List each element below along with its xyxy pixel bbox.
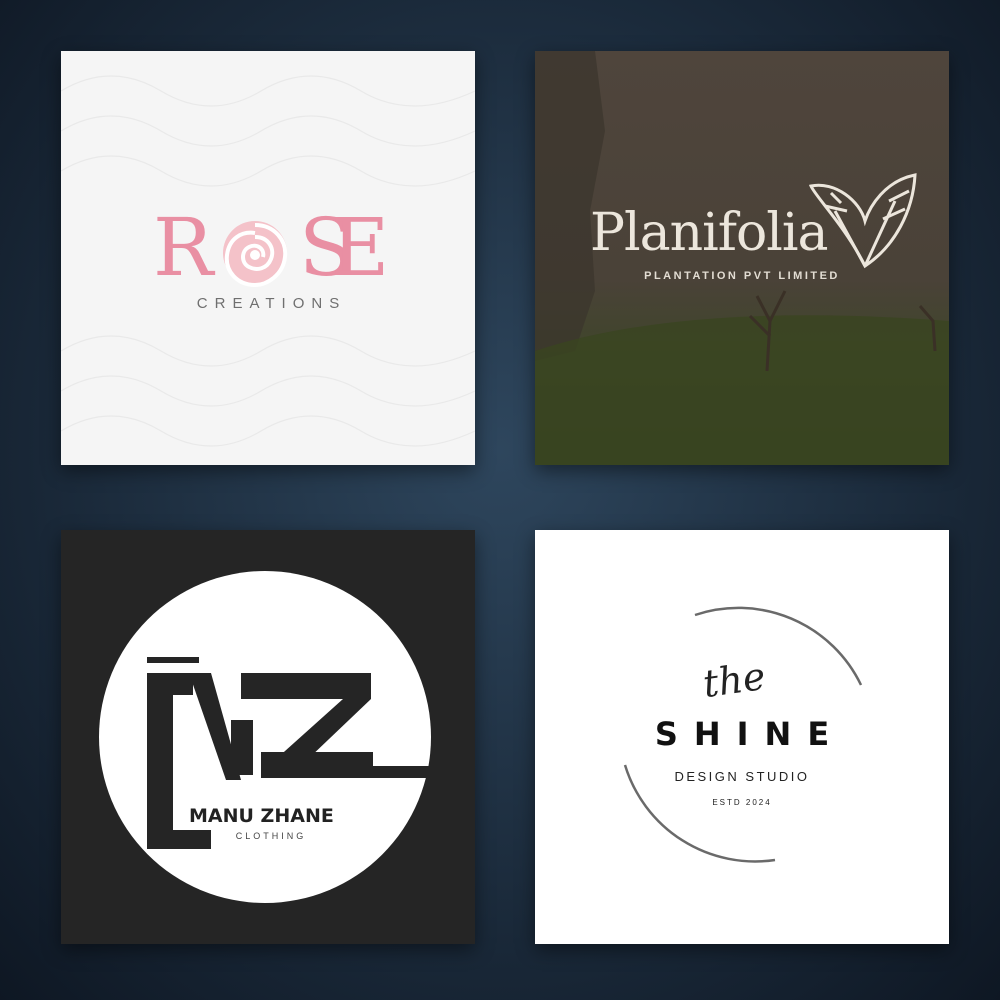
manu-zhane-logo-card: MANU ZHANE CLOTHING: [61, 530, 475, 944]
shine-wordmark: SHINE: [654, 715, 846, 753]
rose-letter-e: E: [331, 201, 390, 294]
shine-established: ESTD 2024: [712, 798, 772, 807]
mz-brand-name: MANU ZHANE: [189, 805, 334, 827]
shine-tagline: DESIGN STUDIO: [674, 769, 810, 784]
shine-prefix-script: the: [700, 653, 768, 707]
rose-wordmark: R S E: [61, 203, 475, 293]
rose-creations-logo-card: R S E CREATIONS: [61, 51, 475, 465]
mz-monogram-icon: [99, 571, 475, 903]
planifolia-tagline: PLANTATION PVT LIMITED: [644, 270, 840, 282]
rose-flower-icon: [223, 221, 288, 288]
mz-tagline: CLOTHING: [235, 831, 307, 841]
rose-tagline: CREATIONS: [196, 295, 347, 312]
planifolia-logo-card: Planifolia PLANTATION PVT LIMITED: [535, 51, 949, 465]
planifolia-wordmark: Planifolia: [590, 203, 829, 263]
the-shine-logo-card: the SHINE DESIGN STUDIO ESTD 2024: [535, 530, 949, 944]
